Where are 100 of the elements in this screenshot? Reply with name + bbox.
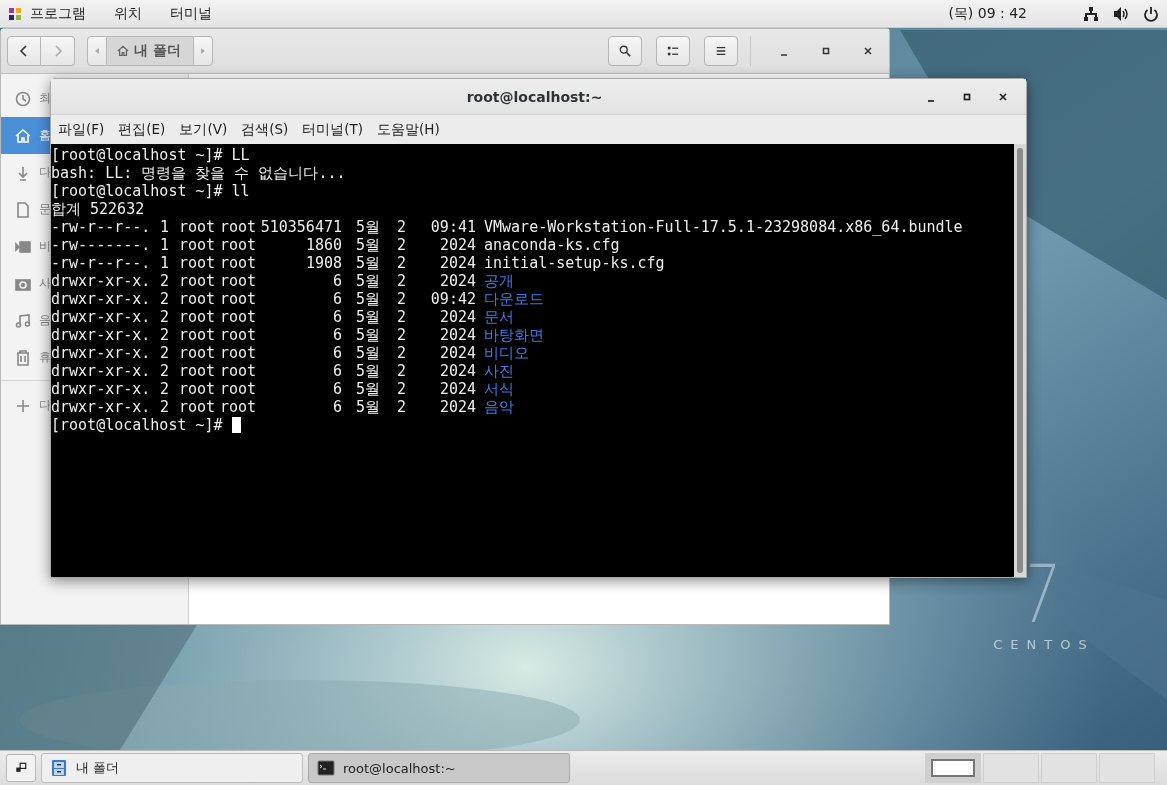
trash-icon xyxy=(15,349,31,366)
listing-field: 5월 xyxy=(342,272,380,290)
top-menu[interactable]: 프로그램 xyxy=(30,4,86,23)
listing-field: 2 xyxy=(155,290,169,308)
logo-numeral: 7 xyxy=(1018,555,1062,635)
listing-field: 5월 xyxy=(342,344,380,362)
task-button[interactable]: 내 폴더 xyxy=(41,753,303,783)
file-name: anaconda-ks.cfg xyxy=(484,236,620,254)
listing-field: -rw-------. xyxy=(51,236,155,254)
clock[interactable]: (목) 09 : 42 xyxy=(948,4,1027,23)
listing-field: root xyxy=(215,326,256,344)
command: ll xyxy=(231,182,250,200)
listing-field: drwxr-xr-x. xyxy=(51,380,155,398)
listing-field: 5월 xyxy=(342,326,380,344)
close-icon xyxy=(997,90,1009,103)
output-line: 합계 522632 xyxy=(51,200,145,218)
menu-item[interactable]: 터미널(T) xyxy=(302,120,364,139)
volume-icon[interactable] xyxy=(1113,5,1129,22)
top-menu[interactable]: 위치 xyxy=(114,4,142,23)
listing-field: 6 xyxy=(256,326,342,344)
menu-button[interactable] xyxy=(704,36,738,66)
listing-field: 2 xyxy=(155,398,169,416)
listing-field: 2 xyxy=(380,344,406,362)
triangle-left-icon xyxy=(93,47,101,55)
listing-field: 5월 xyxy=(342,362,380,380)
file-cabinet-icon xyxy=(50,759,68,777)
back-button[interactable] xyxy=(7,36,41,66)
listing-field: root xyxy=(169,398,215,416)
clock-icon xyxy=(15,90,31,107)
listing-field: 2 xyxy=(155,362,169,380)
listing-field: root xyxy=(169,272,215,290)
file-name: initial-setup-ks.cfg xyxy=(484,254,665,272)
listing-field: 1860 xyxy=(256,236,342,254)
search-button[interactable] xyxy=(608,36,642,66)
listing-field: -rw-r--r--. xyxy=(51,254,155,272)
workspace-button[interactable] xyxy=(925,753,981,783)
listing-field: root xyxy=(169,380,215,398)
listing-field: root xyxy=(215,290,256,308)
music-icon xyxy=(15,312,31,329)
power-icon[interactable] xyxy=(1143,5,1159,22)
task-button[interactable]: root@localhost:~ xyxy=(308,753,570,783)
listing-field: 6 xyxy=(256,272,342,290)
listing-field: 6 xyxy=(256,398,342,416)
file-name: 공개 xyxy=(484,272,514,290)
listing-field: 2024 xyxy=(406,326,476,344)
listing-field: 2 xyxy=(380,236,406,254)
path-button[interactable]: 내 폴더 xyxy=(107,36,193,66)
listing-field: drwxr-xr-x. xyxy=(51,272,155,290)
listing-field: 5월 xyxy=(342,254,380,272)
listing-field: root xyxy=(169,254,215,272)
output-line: bash: LL: 명령을 찾을 수 없습니다... xyxy=(51,164,346,182)
listing-field: 2 xyxy=(380,398,406,416)
top-menu[interactable]: 터미널 xyxy=(170,4,212,23)
close-icon xyxy=(862,45,874,57)
menu-item[interactable]: 편집(E) xyxy=(118,120,166,139)
minimize-icon xyxy=(927,99,935,102)
listing-field: 2 xyxy=(380,380,406,398)
scrollbar[interactable] xyxy=(1014,144,1026,577)
listing-field: root xyxy=(215,236,256,254)
menu-item[interactable]: 검색(S) xyxy=(241,120,289,139)
network-icon[interactable] xyxy=(1083,5,1099,22)
file-name: 음악 xyxy=(484,398,514,416)
listing-field: root xyxy=(215,308,256,326)
windows-icon xyxy=(15,762,27,774)
logo-icon xyxy=(8,6,22,21)
listing-field: 2 xyxy=(380,362,406,380)
search-icon xyxy=(619,45,631,57)
listing-field: drwxr-xr-x. xyxy=(51,398,155,416)
show-desktop-button[interactable] xyxy=(6,754,36,782)
prompt: [root@localhost ~]# xyxy=(51,182,223,200)
prompt: [root@localhost ~]# xyxy=(51,146,223,164)
listing-field: 5월 xyxy=(342,308,380,326)
view-button[interactable] xyxy=(656,36,690,66)
listing-field: 2 xyxy=(380,290,406,308)
listing-field: 1908 xyxy=(256,254,342,272)
listing-field: 2 xyxy=(380,254,406,272)
list-view-icon xyxy=(667,45,679,57)
file-name: 바탕화면 xyxy=(484,326,544,344)
listing-field: 09:41 xyxy=(406,218,476,236)
listing-field: root xyxy=(215,380,256,398)
logo-wordmark: CENTOS xyxy=(992,637,1095,652)
document-icon xyxy=(15,201,31,218)
home-icon xyxy=(15,127,31,144)
listing-field: root xyxy=(169,308,215,326)
listing-field: 1 xyxy=(155,218,169,236)
listing-field: 2024 xyxy=(406,308,476,326)
listing-field: 2 xyxy=(380,308,406,326)
listing-field: 6 xyxy=(256,290,342,308)
listing-field: root xyxy=(169,290,215,308)
menu-item[interactable]: 파일(F) xyxy=(58,120,105,139)
listing-field: root xyxy=(215,254,256,272)
minimize-icon xyxy=(780,54,788,56)
listing-field: 2024 xyxy=(406,272,476,290)
file-name: VMware-Workstation-Full-17.5.1-23298084.x86_64.bundle xyxy=(484,218,963,236)
file-name: 비디오 xyxy=(484,344,529,362)
listing-field: root xyxy=(215,398,256,416)
menu-item[interactable]: 보기(V) xyxy=(179,120,228,139)
listing-field: 2 xyxy=(155,344,169,362)
listing-field: root xyxy=(169,362,215,380)
menu-item[interactable]: 도움말(H) xyxy=(377,120,440,139)
